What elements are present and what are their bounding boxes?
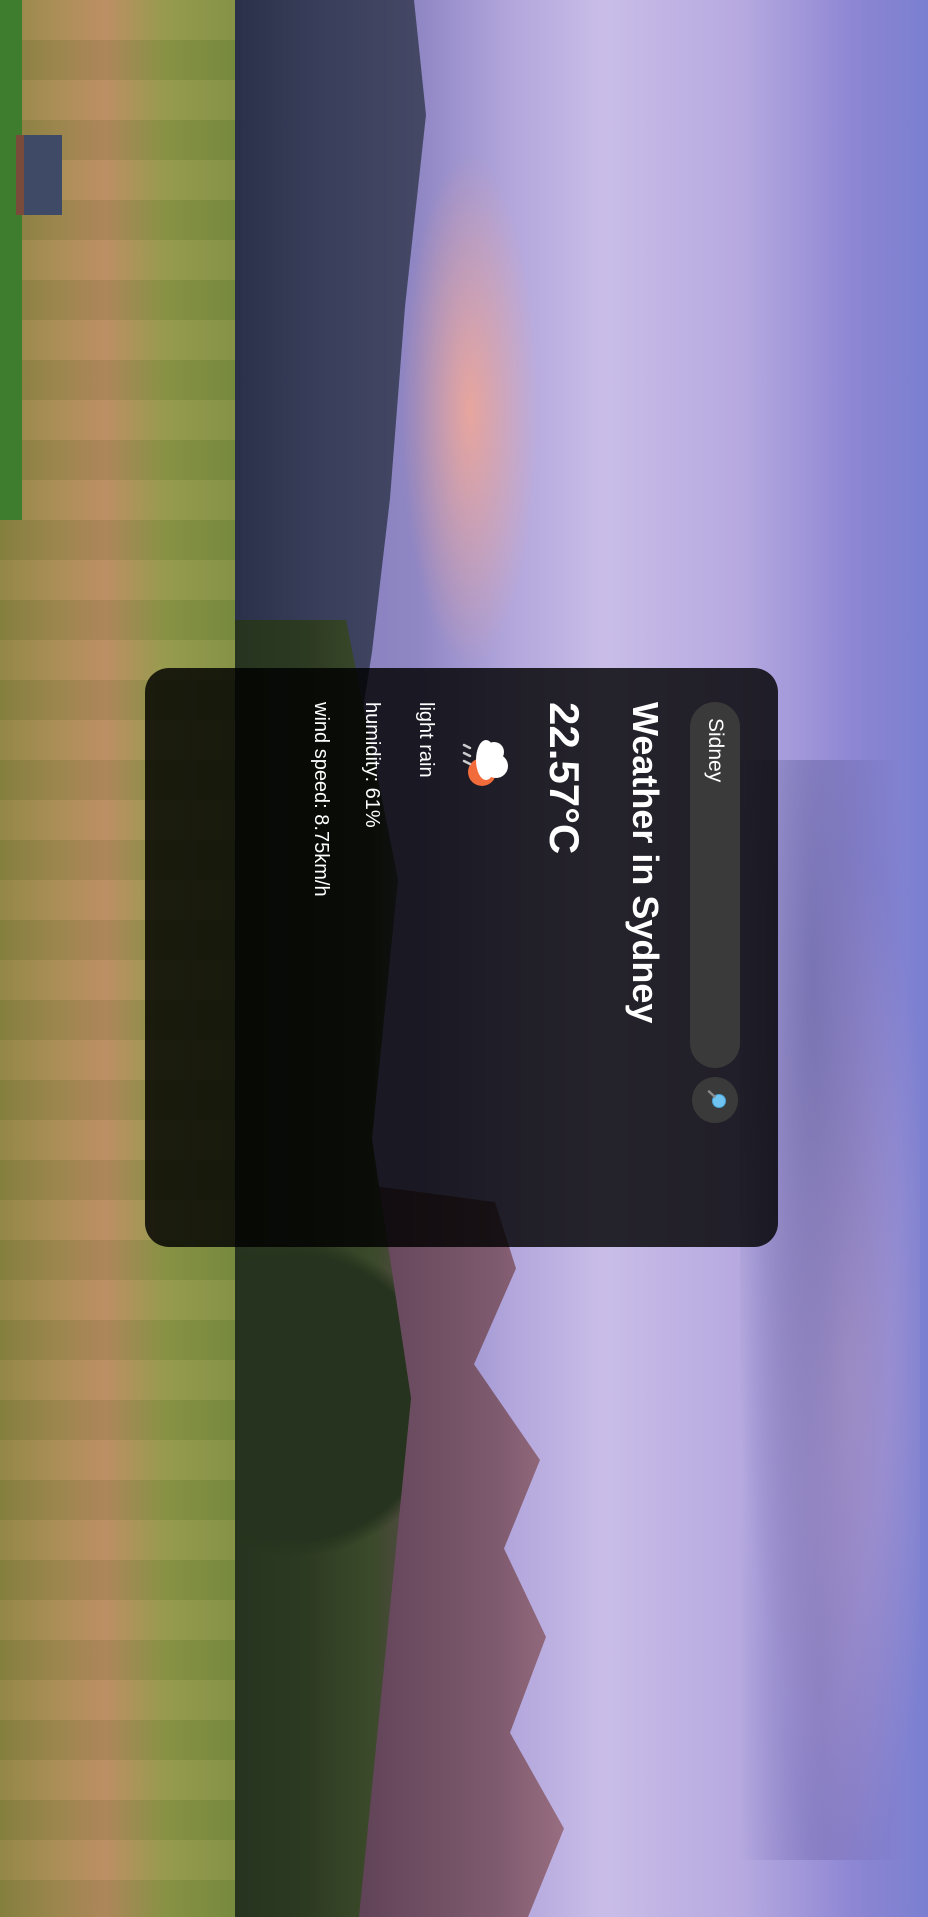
magnifier-icon <box>702 1089 729 1111</box>
background-grass-edge <box>0 0 22 520</box>
weather-title: Weather in Sydney <box>625 702 666 1024</box>
light-rain-icon <box>454 730 524 800</box>
temperature-value: 22.57°C <box>541 702 588 855</box>
app-viewport: Weather in Sydney 22.57°C light rain hum… <box>0 0 928 1917</box>
humidity-value: humidity: 61% <box>361 702 383 828</box>
weather-description: light rain <box>415 702 437 778</box>
weather-card: Weather in Sydney 22.57°C light rain hum… <box>145 668 778 1247</box>
search-bar <box>690 702 740 1213</box>
weather-card-container: Weather in Sydney 22.57°C light rain hum… <box>145 668 778 1247</box>
search-button[interactable] <box>692 1077 738 1123</box>
background-sunset-glow <box>400 150 540 670</box>
city-search-input[interactable] <box>690 702 740 1068</box>
wind-speed-value: wind speed: 8.75km/h <box>310 702 332 897</box>
background-hut <box>16 135 62 215</box>
